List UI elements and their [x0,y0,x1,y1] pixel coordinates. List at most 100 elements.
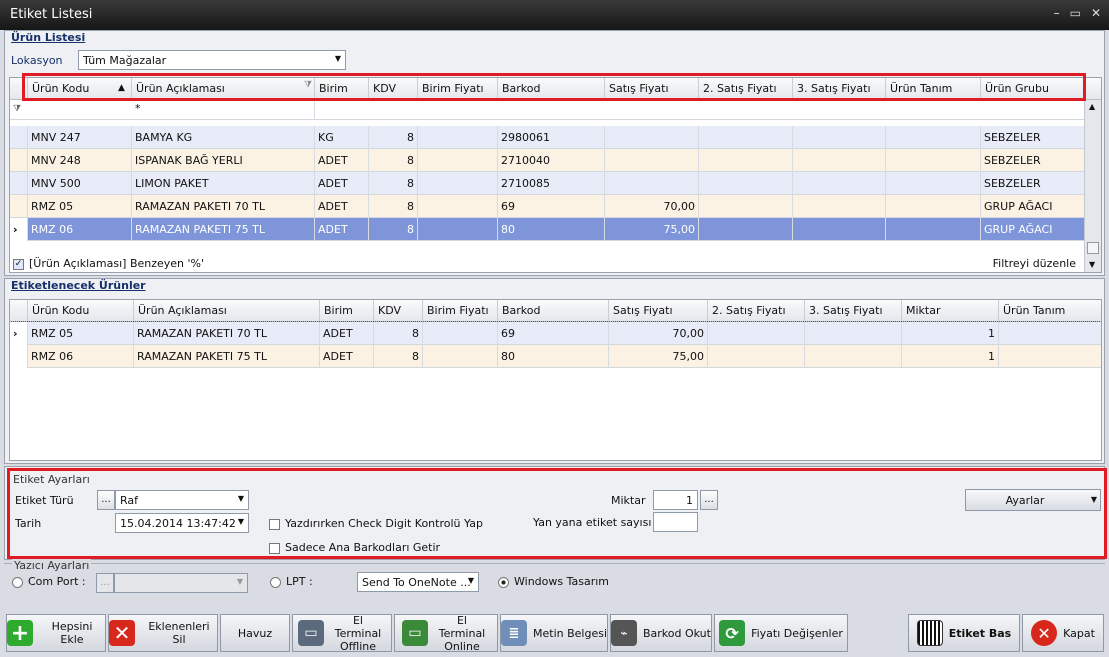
table-cell[interactable]: RAMAZAN PAKETI 75 TL [132,218,315,241]
table-cell[interactable]: 2710085 [498,172,605,195]
close-window-button[interactable]: ✕ [1091,6,1101,20]
table-cell[interactable] [708,322,805,345]
table-row[interactable]: RMZ 05 RAMAZAN PAKETI 70 TL ADET 8 69 70,00 GR… [10,195,1101,218]
table-row[interactable]: RMZ 06 RAMAZAN PAKETI 75 TL ADET 8 80 75,00 1 [10,345,1101,368]
col2-miktar[interactable]: Miktar [902,300,999,322]
yanyana-input[interactable] [653,512,698,532]
filter-row[interactable]: ⧩ * [10,100,1101,120]
table-cell[interactable]: ADET [315,195,369,218]
el-terminal-online-button[interactable]: ▭ El Terminal Online [394,614,498,653]
table-cell[interactable] [418,126,498,149]
table-cell[interactable] [699,149,793,172]
table-cell[interactable] [418,149,498,172]
minimize-button[interactable]: – [1054,6,1060,20]
table-cell[interactable] [418,195,498,218]
table-cell[interactable] [793,172,886,195]
table-cell[interactable]: 1 [902,345,999,368]
filter-icon[interactable]: ⧩ [304,80,312,90]
table-cell[interactable]: 8 [369,195,418,218]
table-cell[interactable]: RAMAZAN PAKETI 70 TL [134,322,320,345]
table-cell[interactable]: 2980061 [498,126,605,149]
table-cell[interactable] [805,345,902,368]
col2-barkod[interactable]: Barkod [498,300,609,322]
table-cell[interactable]: SEBZELER [981,172,1085,195]
etiket-turu-select[interactable]: Raf ▼ [115,490,249,510]
col-barkod[interactable]: Barkod [498,78,605,100]
table-cell[interactable]: 75,00 [609,345,708,368]
com-port-select[interactable]: ▼ [114,573,248,593]
tarih-picker[interactable]: 15.04.2014 13:47:42 ▼ [115,513,249,533]
col-urun-tanim[interactable]: Ürün Tanım [886,78,981,100]
table-cell[interactable]: KG [315,126,369,149]
row-indicator[interactable] [10,195,28,218]
havuz-button[interactable]: Havuz [220,614,290,652]
com-port-option[interactable]: Com Port : [12,575,86,588]
miktar-input[interactable]: 1 [653,490,698,510]
table-row[interactable]: › RMZ 05 RAMAZAN PAKETI 70 TL ADET 8 69 70,00 1 [10,321,1101,346]
table-cell[interactable]: 80 [498,218,605,241]
table-cell[interactable] [805,322,902,345]
row-indicator[interactable] [10,172,28,195]
maximize-button[interactable]: ▭ [1070,6,1081,20]
col2-3-satis-fiyati[interactable]: 3. Satış Fiyatı [805,300,902,322]
windows-tasarim-radio[interactable] [498,576,509,588]
table-cell[interactable]: ADET [320,345,374,368]
filter-edit-link[interactable]: Filtreyi düzenle [993,257,1076,270]
col2-kdv[interactable]: KDV [374,300,423,322]
table-cell[interactable]: ISPANAK BAĞ YERLI [132,149,315,172]
table-cell[interactable]: 8 [369,149,418,172]
table-cell[interactable]: MNV 247 [28,126,132,149]
col2-satis-fiyati[interactable]: Satış Fiyatı [609,300,708,322]
col-urun-grubu[interactable]: Ürün Grubu [981,78,1085,100]
table-cell[interactable]: MNV 500 [28,172,132,195]
col-kdv[interactable]: KDV [369,78,418,100]
col2-birim[interactable]: Birim [320,300,374,322]
table-cell[interactable] [699,126,793,149]
table-cell[interactable] [886,172,981,195]
scroll-down-icon[interactable]: ▼ [1089,260,1095,269]
table-cell[interactable] [999,322,1101,345]
miktar-browse-button[interactable]: ... [700,490,718,510]
table-cell[interactable]: 8 [369,172,418,195]
table-cell[interactable]: 69 [498,195,605,218]
col-satis-fiyati[interactable]: Satış Fiyatı [605,78,699,100]
calendar-dropdown-icon[interactable]: ▼ [238,517,244,526]
table-cell[interactable] [699,218,793,241]
table-cell[interactable]: 8 [369,218,418,241]
col-3-satis-fiyati[interactable]: 3. Satış Fiyatı [793,78,886,100]
table-cell[interactable]: ADET [315,172,369,195]
eklenenleri-sil-button[interactable]: ✕ Eklenenleri Sil [108,614,218,652]
table-cell[interactable] [605,172,699,195]
table-cell[interactable] [793,126,886,149]
table-cell[interactable] [418,172,498,195]
table-cell[interactable] [699,172,793,195]
table-cell[interactable]: MNV 248 [28,149,132,172]
col-2-satis-fiyati[interactable]: 2. Satış Fiyatı [699,78,793,100]
row-indicator[interactable]: › [10,322,28,345]
col2-2-satis-fiyati[interactable]: 2. Satış Fiyatı [708,300,805,322]
table-cell[interactable] [708,345,805,368]
com-port-browse-button[interactable]: ... [96,573,114,593]
table-cell[interactable]: RMZ 06 [28,218,132,241]
table-cell[interactable]: 80 [498,345,609,368]
col2-birim-fiyati[interactable]: Birim Fiyatı [423,300,498,322]
scroll-up-icon[interactable]: ▲ [1089,102,1095,111]
check-digit-option[interactable]: Yazdırırken Check Digit Kontrolü Yap [269,517,483,530]
table-cell[interactable] [886,218,981,241]
table-cell[interactable] [605,126,699,149]
table-cell[interactable]: GRUP AĞACI [981,195,1085,218]
urun-grid[interactable]: Ürün Kodu ▲ Ürün Açıklaması ⧩ Birim KDV … [9,77,1102,273]
table-cell[interactable] [886,149,981,172]
table-cell[interactable]: 69 [498,322,609,345]
etiket-turu-browse-button[interactable]: ... [97,490,115,510]
table-cell[interactable]: RMZ 05 [28,195,132,218]
table-cell[interactable] [793,195,886,218]
table-cell[interactable] [418,218,498,241]
table-cell[interactable] [886,195,981,218]
col2-urun-tanim[interactable]: Ürün Tanım [999,300,1101,322]
col2-urun-kodu[interactable]: Ürün Kodu [28,300,134,322]
col-urun-kodu[interactable]: Ürün Kodu [28,78,132,100]
table-cell[interactable] [423,322,498,345]
row-indicator[interactable] [10,149,28,172]
lpt-radio[interactable] [270,576,281,588]
